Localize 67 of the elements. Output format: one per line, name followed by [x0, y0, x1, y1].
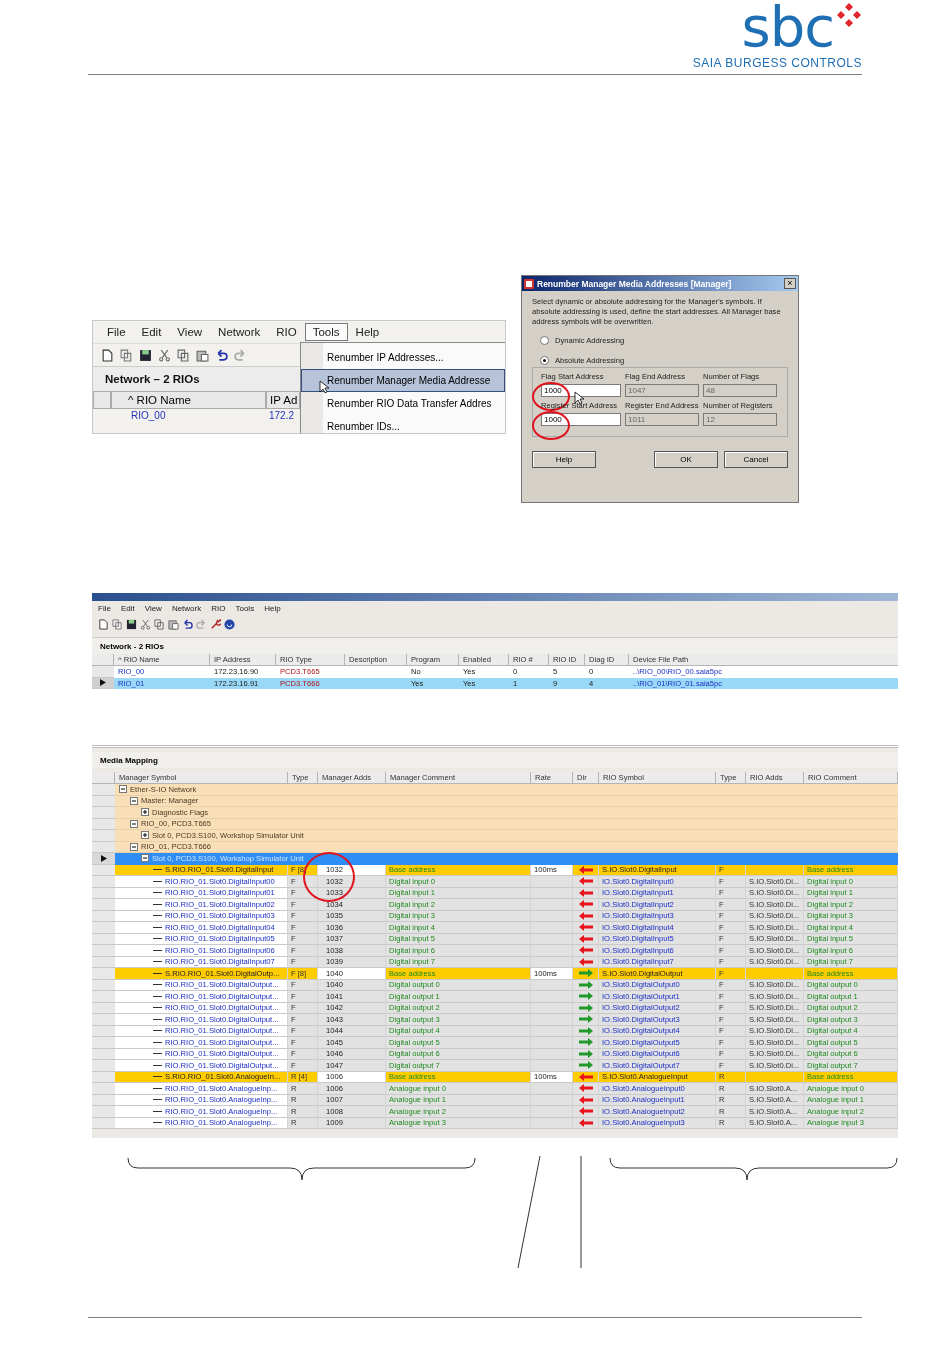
menu-item[interactable]: File	[99, 323, 134, 341]
collapse-icon[interactable]	[130, 819, 138, 828]
menu-item[interactable]: Edit	[133, 323, 170, 341]
new-file-icon[interactable]	[101, 348, 114, 362]
pointer-cursor-icon	[319, 380, 329, 394]
menu-item[interactable]: Help	[264, 603, 281, 613]
copy-icon[interactable]	[177, 348, 190, 362]
panel-title: Network - 2 RIOs	[92, 637, 898, 654]
menu-item[interactable]: View	[144, 603, 162, 613]
dialog-button[interactable]: OK	[654, 451, 718, 468]
save-icon[interactable]	[139, 348, 152, 362]
wrench-icon[interactable]	[210, 618, 221, 630]
dialog-button[interactable]: Help	[532, 451, 596, 468]
collapse-icon[interactable]	[141, 854, 149, 863]
save-icon[interactable]	[126, 618, 137, 630]
menu-item[interactable]: Edit	[120, 603, 135, 613]
company-name: SAIA BURGESS CONTROLS	[692, 56, 862, 70]
menu-item[interactable]: Help	[347, 323, 388, 341]
menu-item[interactable]: File	[98, 603, 111, 613]
address-cell	[746, 968, 804, 980]
dialog-title: Renumber Manager Media Addresses [Manager]	[537, 278, 733, 289]
column-header: ^ RIO Name	[111, 391, 266, 409]
brand-logo: sbc	[741, 2, 834, 52]
pointer-cursor-icon	[574, 391, 584, 405]
menu-item[interactable]: Renumber IP Addresses...	[301, 346, 505, 369]
collapse-icon[interactable]	[119, 785, 127, 794]
row-pointer-icon	[100, 854, 107, 862]
highlight-circle	[532, 411, 570, 440]
menu-item[interactable]: RIO	[211, 603, 226, 613]
expand-icon[interactable]	[141, 808, 149, 817]
radio-button[interactable]	[540, 335, 549, 345]
cross-logo-icon	[836, 2, 862, 28]
menu-item[interactable]: Renumber Manager Media Addresse	[301, 369, 505, 392]
collapse-icon[interactable]	[130, 796, 138, 805]
dialog-button[interactable]: Cancel	[724, 451, 788, 468]
menu-item[interactable]: Network	[171, 603, 202, 613]
paste-icon[interactable]	[196, 348, 209, 362]
collapse-icon[interactable]	[130, 842, 138, 851]
cut-icon[interactable]	[158, 348, 171, 362]
menu-item[interactable]: RIO	[268, 323, 305, 341]
refresh-icon[interactable]	[224, 618, 235, 630]
close-button[interactable]: ×	[784, 278, 796, 289]
expand-icon[interactable]	[141, 831, 149, 840]
row-pointer-icon	[100, 679, 106, 687]
menu-item[interactable]: Network	[210, 323, 269, 341]
menu-item[interactable]: Renumber RIO Data Transfer Addres	[301, 392, 505, 415]
menu-item[interactable]: Renumber IDs...	[301, 415, 505, 433]
undo-icon[interactable]	[215, 348, 228, 362]
menu-item[interactable]: View	[169, 323, 211, 341]
copy-icon[interactable]	[120, 348, 133, 362]
radio-button[interactable]	[540, 355, 549, 365]
undo-icon[interactable]	[182, 618, 193, 630]
input-field[interactable]: 1000	[541, 384, 621, 397]
menu-item[interactable]: Tools	[235, 603, 255, 613]
new-file-icon[interactable]	[98, 618, 109, 630]
redo-icon[interactable]	[234, 348, 247, 362]
menu-item[interactable]: Tools	[304, 323, 348, 341]
table-cell-text: RIO_00	[130, 409, 167, 423]
copy-icon[interactable]	[154, 618, 165, 630]
table-cell-text: 172.2	[268, 409, 296, 423]
app-icon	[524, 278, 534, 289]
panel-title: Media Mapping	[92, 752, 898, 768]
row-header[interactable]	[92, 853, 115, 865]
column-header: IP Ad	[266, 391, 300, 409]
paste-icon[interactable]	[168, 618, 179, 630]
input-field[interactable]: 1000	[541, 413, 621, 426]
row-header	[92, 654, 114, 666]
